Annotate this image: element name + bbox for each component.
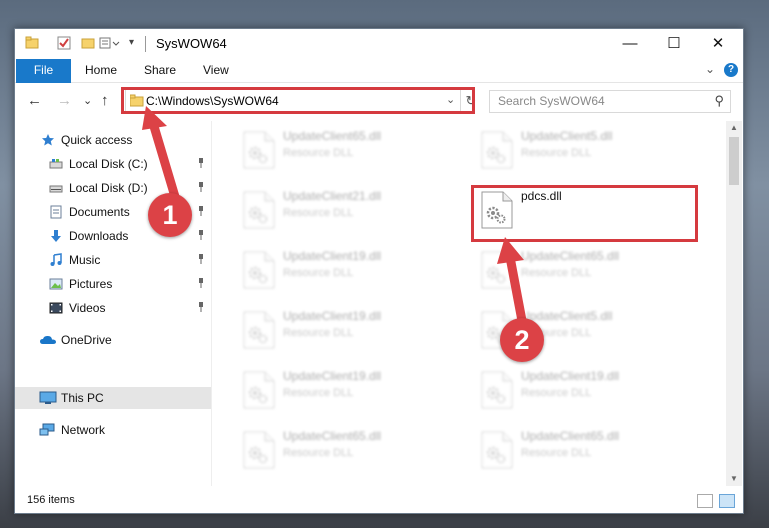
annotation-arrows [142,106,528,331]
step-1-marker: 1 [148,193,192,237]
arrow-2-shaft [505,252,528,331]
step-2-marker: 2 [500,318,544,362]
arrow-2-head [497,237,524,264]
arrow-1-head [142,106,167,130]
arrow-1-shaft [148,118,181,205]
